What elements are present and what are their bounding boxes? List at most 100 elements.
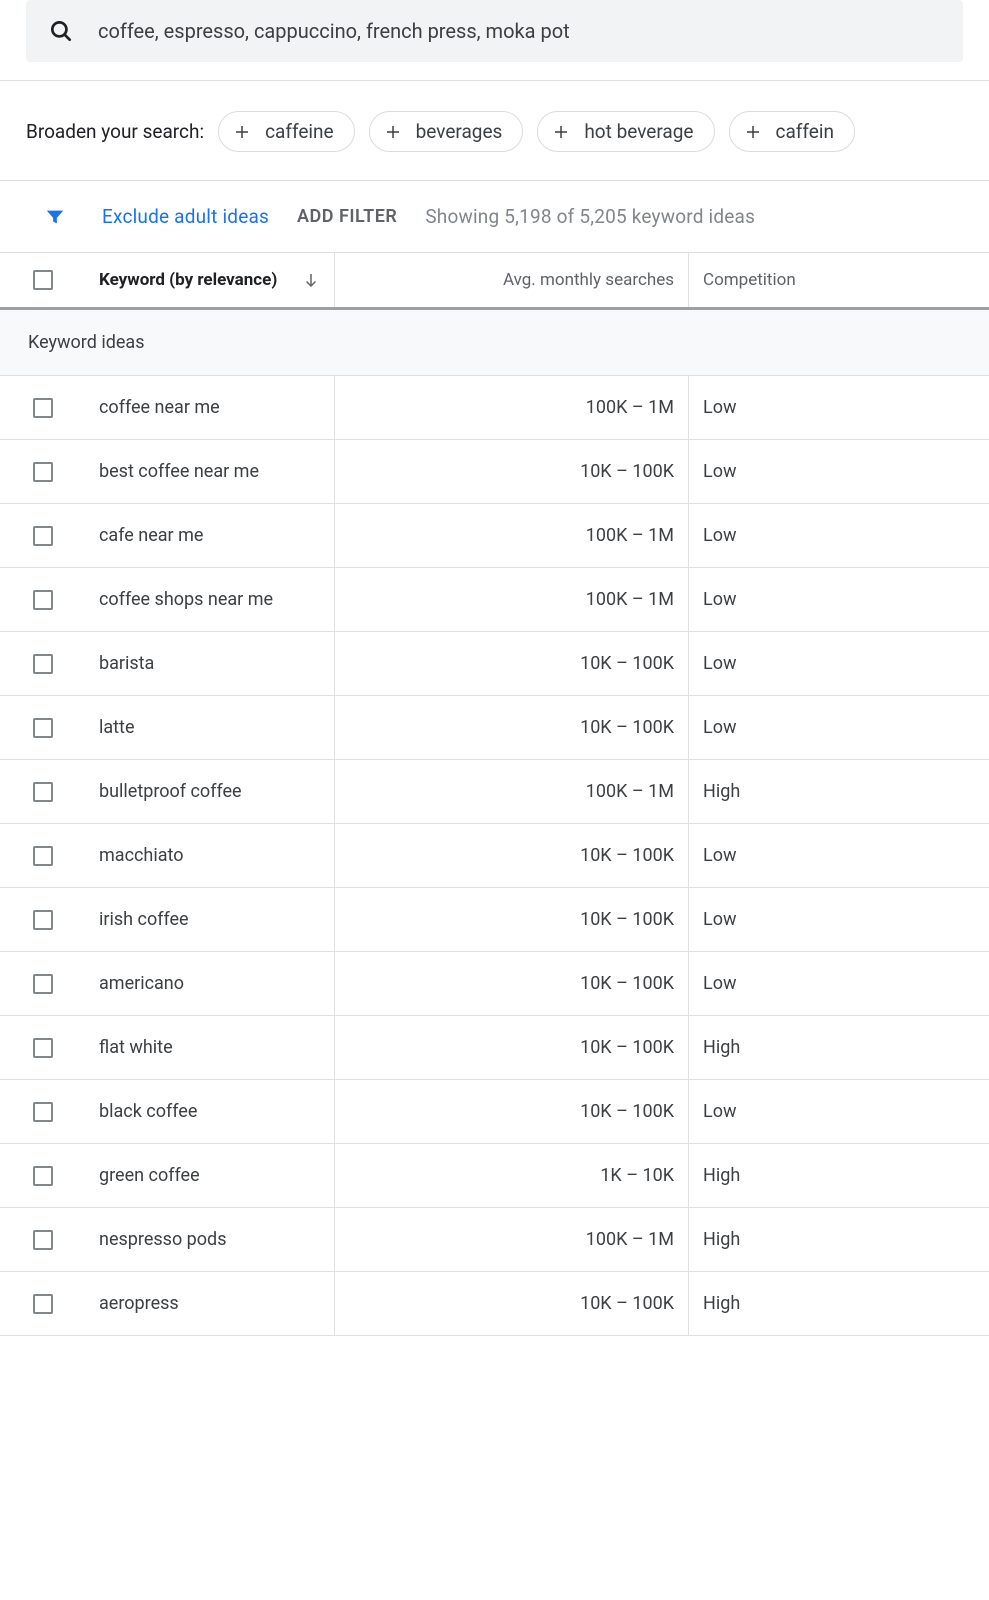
table-row: cafe near me100K – 1MLow [0, 504, 989, 568]
chip-label: beverages [416, 120, 503, 143]
row-checkbox[interactable] [33, 1102, 53, 1122]
chip-label: hot beverage [584, 120, 693, 143]
row-keyword-cell[interactable]: nespresso pods [85, 1208, 334, 1271]
row-comp-cell: Low [688, 952, 989, 1015]
row-keyword-cell[interactable]: aeropress [85, 1272, 334, 1335]
row-checkbox[interactable] [33, 1294, 53, 1314]
row-checkbox-cell[interactable] [0, 1272, 85, 1335]
row-checkbox[interactable] [33, 1038, 53, 1058]
row-checkbox-cell[interactable] [0, 952, 85, 1015]
row-keyword-cell[interactable]: coffee shops near me [85, 568, 334, 631]
table-row: barista10K – 100KLow [0, 632, 989, 696]
row-avg-cell: 100K – 1M [334, 568, 688, 631]
row-checkbox-cell[interactable] [0, 1144, 85, 1207]
row-checkbox[interactable] [33, 526, 53, 546]
sort-arrow-icon [302, 271, 320, 289]
row-checkbox-cell[interactable] [0, 568, 85, 631]
row-keyword-cell[interactable]: latte [85, 696, 334, 759]
row-comp-cell: Low [688, 568, 989, 631]
row-checkbox[interactable] [33, 846, 53, 866]
row-avg-cell: 10K – 100K [334, 1080, 688, 1143]
exclude-adult-ideas-link[interactable]: Exclude adult ideas [102, 205, 269, 228]
column-competition[interactable]: Competition [688, 253, 989, 307]
column-keyword[interactable]: Keyword (by relevance) [85, 253, 334, 307]
row-checkbox-cell[interactable] [0, 1080, 85, 1143]
table-row: coffee shops near me100K – 1MLow [0, 568, 989, 632]
row-checkbox-cell[interactable] [0, 1208, 85, 1271]
row-checkbox[interactable] [33, 398, 53, 418]
row-checkbox[interactable] [33, 782, 53, 802]
select-all-checkbox[interactable] [33, 270, 53, 290]
row-checkbox-cell[interactable] [0, 440, 85, 503]
broaden-chip[interactable]: caffein [729, 111, 855, 152]
row-checkbox-cell[interactable] [0, 824, 85, 887]
row-keyword-cell[interactable]: best coffee near me [85, 440, 334, 503]
row-comp-cell: High [688, 1272, 989, 1335]
row-checkbox[interactable] [33, 654, 53, 674]
table-row: irish coffee10K – 100KLow [0, 888, 989, 952]
keyword-ideas-section-header: Keyword ideas [0, 310, 989, 376]
row-checkbox[interactable] [33, 1166, 53, 1186]
row-avg-cell: 10K – 100K [334, 1016, 688, 1079]
row-comp-cell: High [688, 1016, 989, 1079]
row-checkbox-cell[interactable] [0, 632, 85, 695]
row-keyword-cell[interactable]: cafe near me [85, 504, 334, 567]
row-keyword-cell[interactable]: green coffee [85, 1144, 334, 1207]
row-comp-cell: Low [688, 376, 989, 439]
row-checkbox[interactable] [33, 590, 53, 610]
row-avg-cell: 10K – 100K [334, 888, 688, 951]
row-comp-cell: Low [688, 504, 989, 567]
chip-label: caffeine [265, 120, 334, 143]
table-row: aeropress10K – 100KHigh [0, 1272, 989, 1336]
row-comp-cell: Low [688, 632, 989, 695]
row-keyword-cell[interactable]: irish coffee [85, 888, 334, 951]
row-keyword-cell[interactable]: black coffee [85, 1080, 334, 1143]
table-row: americano10K – 100KLow [0, 952, 989, 1016]
row-checkbox-cell[interactable] [0, 1016, 85, 1079]
row-avg-cell: 100K – 1M [334, 1208, 688, 1271]
broaden-chip[interactable]: beverages [369, 111, 524, 152]
table-row: nespresso pods100K – 1MHigh [0, 1208, 989, 1272]
row-checkbox-cell[interactable] [0, 888, 85, 951]
table-row: best coffee near me10K – 100KLow [0, 440, 989, 504]
row-comp-cell: High [688, 1144, 989, 1207]
plus-icon [552, 123, 570, 141]
search-bar[interactable]: coffee, espresso, cappuccino, french pre… [26, 0, 963, 62]
row-keyword-cell[interactable]: barista [85, 632, 334, 695]
keyword-ideas-rows: coffee near me100K – 1MLowbest coffee ne… [0, 376, 989, 1336]
row-keyword-cell[interactable]: macchiato [85, 824, 334, 887]
row-checkbox[interactable] [33, 910, 53, 930]
row-avg-cell: 10K – 100K [334, 440, 688, 503]
row-keyword-cell[interactable]: coffee near me [85, 376, 334, 439]
row-comp-cell: Low [688, 696, 989, 759]
row-checkbox-cell[interactable] [0, 760, 85, 823]
table-row: black coffee10K – 100KLow [0, 1080, 989, 1144]
row-avg-cell: 10K – 100K [334, 952, 688, 1015]
filter-icon[interactable] [44, 206, 66, 228]
select-all-cell[interactable] [0, 253, 85, 307]
row-comp-cell: Low [688, 824, 989, 887]
plus-icon [744, 123, 762, 141]
row-keyword-cell[interactable]: bulletproof coffee [85, 760, 334, 823]
row-checkbox[interactable] [33, 718, 53, 738]
plus-icon [233, 123, 251, 141]
row-comp-cell: Low [688, 440, 989, 503]
broaden-chip[interactable]: hot beverage [537, 111, 714, 152]
add-filter-button[interactable]: ADD FILTER [297, 206, 397, 227]
table-row: macchiato10K – 100KLow [0, 824, 989, 888]
broaden-chip[interactable]: caffeine [218, 111, 355, 152]
row-checkbox[interactable] [33, 1230, 53, 1250]
table-row: bulletproof coffee100K – 1MHigh [0, 760, 989, 824]
row-keyword-cell[interactable]: americano [85, 952, 334, 1015]
row-checkbox[interactable] [33, 974, 53, 994]
row-keyword-cell[interactable]: flat white [85, 1016, 334, 1079]
column-avg-searches[interactable]: Avg. monthly searches [334, 253, 688, 307]
row-checkbox-cell[interactable] [0, 376, 85, 439]
row-checkbox[interactable] [33, 462, 53, 482]
column-keyword-label: Keyword (by relevance) [99, 269, 277, 291]
row-avg-cell: 100K – 1M [334, 376, 688, 439]
row-checkbox-cell[interactable] [0, 504, 85, 567]
row-checkbox-cell[interactable] [0, 696, 85, 759]
row-comp-cell: High [688, 760, 989, 823]
row-avg-cell: 1K – 10K [334, 1144, 688, 1207]
